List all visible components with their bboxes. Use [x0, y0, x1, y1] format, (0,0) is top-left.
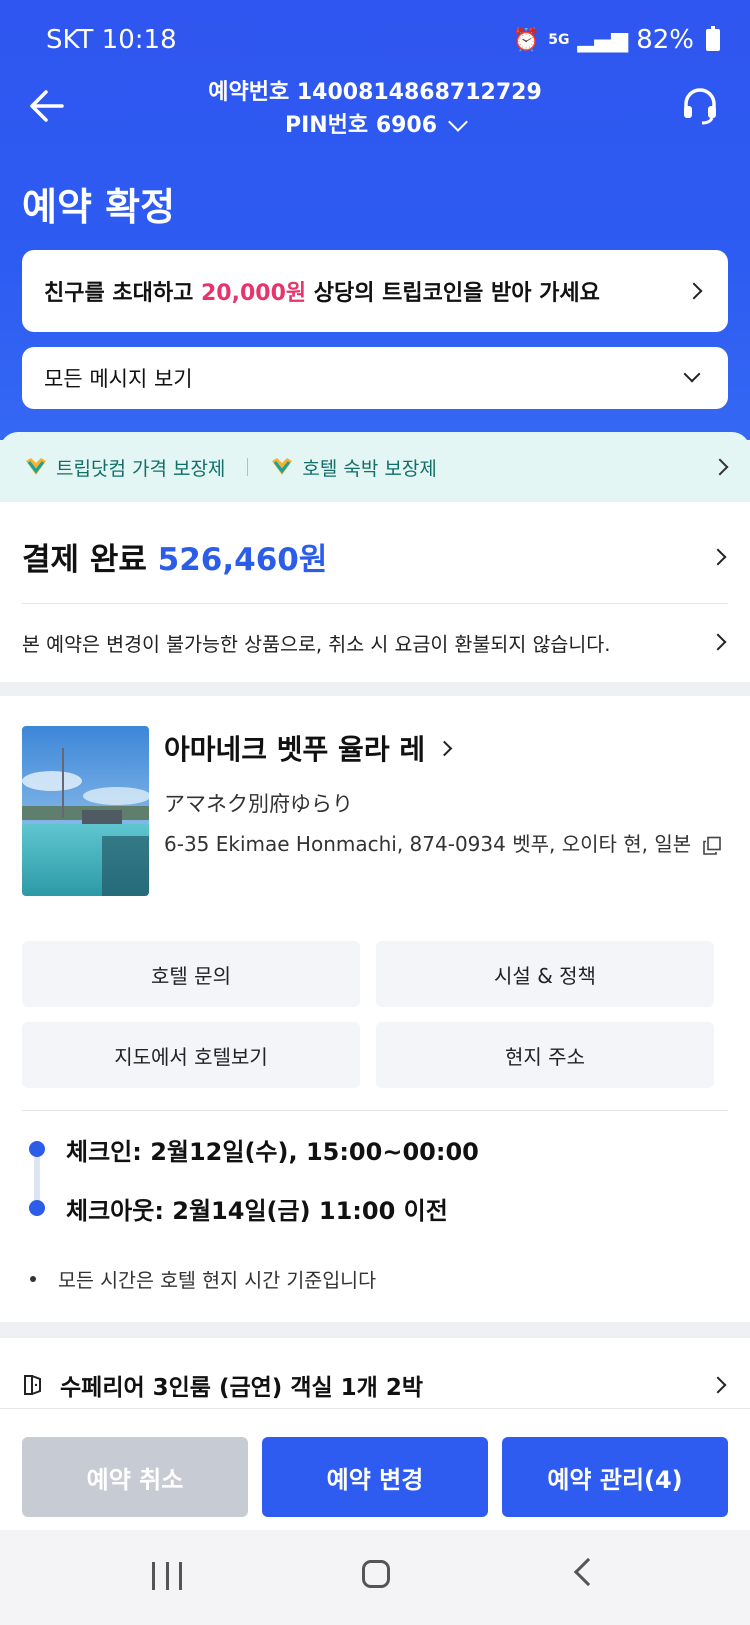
payment-amount: 526,460원	[157, 542, 328, 578]
payment-status: 결제 완료	[22, 542, 147, 578]
checkout-dot	[29, 1200, 45, 1216]
payment-title: 결제 완료 526,460원	[22, 534, 327, 579]
bottom-action-bar: 예약 취소 예약 변경 예약 관리(4)	[0, 1408, 750, 1530]
booking-number: 예약번호 1400814868712729	[208, 80, 542, 105]
facilities-policy-button[interactable]: 시설 & 정책	[376, 941, 714, 1007]
cancel-booking-button[interactable]: 예약 취소	[22, 1437, 248, 1517]
hotel-name: 아마네크 벳푸 율라 레	[164, 733, 426, 766]
copy-address-button[interactable]	[702, 836, 722, 856]
invite-promo-banner[interactable]: 친구를 초대하고 20,000원 상당의 트립코인을 받아 가세요	[22, 250, 728, 332]
checkout-time: 체크아웃: 2월14일(금) 11:00 이전	[66, 1197, 448, 1225]
hotel-card: 아마네크 벳푸 율라 레 アマネク別府ゆらり 6-35 Ekimae Honma…	[0, 696, 750, 1322]
refund-policy-row[interactable]: 본 예약은 변경이 불가능한 상품으로, 취소 시 요금이 환불되지 않습니다.	[22, 620, 727, 664]
carrier-time: SKT 10:18	[46, 25, 177, 55]
recent-apps-button[interactable]	[152, 1562, 182, 1590]
promo-text: 친구를 초대하고 20,000원 상당의 트립코인을 받아 가세요	[44, 281, 600, 306]
chevron-right-icon	[711, 458, 729, 476]
chevron-down-icon	[448, 111, 468, 132]
manage-booking-button[interactable]: 예약 관리(4)	[502, 1437, 728, 1517]
bullet	[30, 1275, 36, 1282]
system-back-button[interactable]	[573, 1557, 603, 1587]
hotel-image	[22, 726, 149, 896]
status-bar: SKT 10:18 ⏰ 5G ▂▄▆ 82%	[46, 22, 720, 58]
network-icon: 5G	[548, 32, 570, 48]
chevron-right-icon	[709, 548, 727, 565]
messages-label: 모든 메시지 보기	[44, 367, 193, 391]
chevron-down-icon	[683, 365, 701, 383]
alarm-icon: ⏰	[512, 27, 541, 53]
stay-guarantee: 호텔 숙박 보장제	[270, 454, 437, 481]
refund-policy-text: 본 예약은 변경이 불가능한 상품으로, 취소 시 요금이 환불되지 않습니다.	[22, 632, 611, 656]
payment-card: 결제 완료 526,460원 본 예약은 변경이 불가능한 상품으로, 취소 시…	[0, 502, 750, 682]
chevron-right-icon	[709, 633, 727, 651]
copy-icon	[703, 836, 721, 855]
checkin-time: 체크인: 2월12일(수), 15:00~00:00	[66, 1138, 479, 1166]
battery-icon	[706, 26, 720, 51]
battery-level: 82%	[636, 25, 694, 55]
all-messages-dropdown[interactable]: 모든 메시지 보기	[22, 347, 728, 409]
top-nav: 예약번호 1400814868712729 PIN번호 6906	[0, 72, 750, 142]
time-note: 모든 시간은 호텔 현지 시간 기준입니다	[30, 1264, 376, 1293]
price-guarantee-label: 트립닷컴 가격 보장제	[56, 457, 226, 480]
divider	[22, 1110, 728, 1111]
guarantee-icon	[26, 458, 46, 475]
local-address-button[interactable]: 현지 주소	[376, 1022, 714, 1088]
room-info-row[interactable]: 수페리어 3인룸 (금연) 객실 1개 2박	[0, 1338, 750, 1408]
room-door-icon	[24, 1375, 41, 1395]
signal-icon: ▂▄▆	[577, 27, 629, 53]
payment-summary[interactable]: 결제 완료 526,460원	[22, 534, 727, 579]
pin-number: PIN번호 6906	[284, 113, 438, 138]
hotel-inquiry-button[interactable]: 호텔 문의	[22, 941, 360, 1007]
stay-guarantee-label: 호텔 숙박 보장제	[302, 457, 437, 480]
checkin-dot	[29, 1141, 45, 1157]
guarantee-strip[interactable]: 트립닷컴 가격 보장제 호텔 숙박 보장제	[0, 432, 750, 502]
divider	[247, 458, 249, 476]
home-button[interactable]	[362, 1560, 390, 1588]
price-guarantee: 트립닷컴 가격 보장제	[24, 454, 225, 481]
modify-booking-button[interactable]: 예약 변경	[262, 1437, 488, 1517]
hotel-address: 6-35 Ekimae Honmachi, 874-0934 벳푸, 오이타 현…	[164, 832, 692, 856]
room-label: 수페리어 3인룸 (금연) 객실 1개 2박	[60, 1375, 423, 1401]
view-map-button[interactable]: 지도에서 호텔보기	[22, 1022, 360, 1088]
hotel-photo[interactable]	[22, 726, 149, 896]
page-title: 예약 확정	[22, 185, 176, 229]
promo-highlight: 20,000원	[201, 281, 307, 306]
header-area: SKT 10:18 ⏰ 5G ▂▄▆ 82% 예약번호 140081486871…	[0, 0, 750, 440]
system-navigation-bar	[0, 1530, 750, 1625]
divider	[22, 603, 728, 604]
hotel-name-link[interactable]: 아마네크 벳푸 율라 레	[164, 728, 453, 768]
booking-info[interactable]: 예약번호 1400814868712729 PIN번호 6906	[0, 76, 750, 142]
hotel-local-name: アマネク別府ゆらり	[164, 792, 353, 816]
headset-icon	[684, 88, 716, 125]
guarantee-icon	[272, 458, 293, 475]
chevron-right-icon	[436, 740, 453, 756]
chevron-right-icon	[685, 282, 703, 300]
customer-support-button[interactable]	[680, 86, 720, 126]
chevron-right-icon	[709, 1376, 727, 1394]
